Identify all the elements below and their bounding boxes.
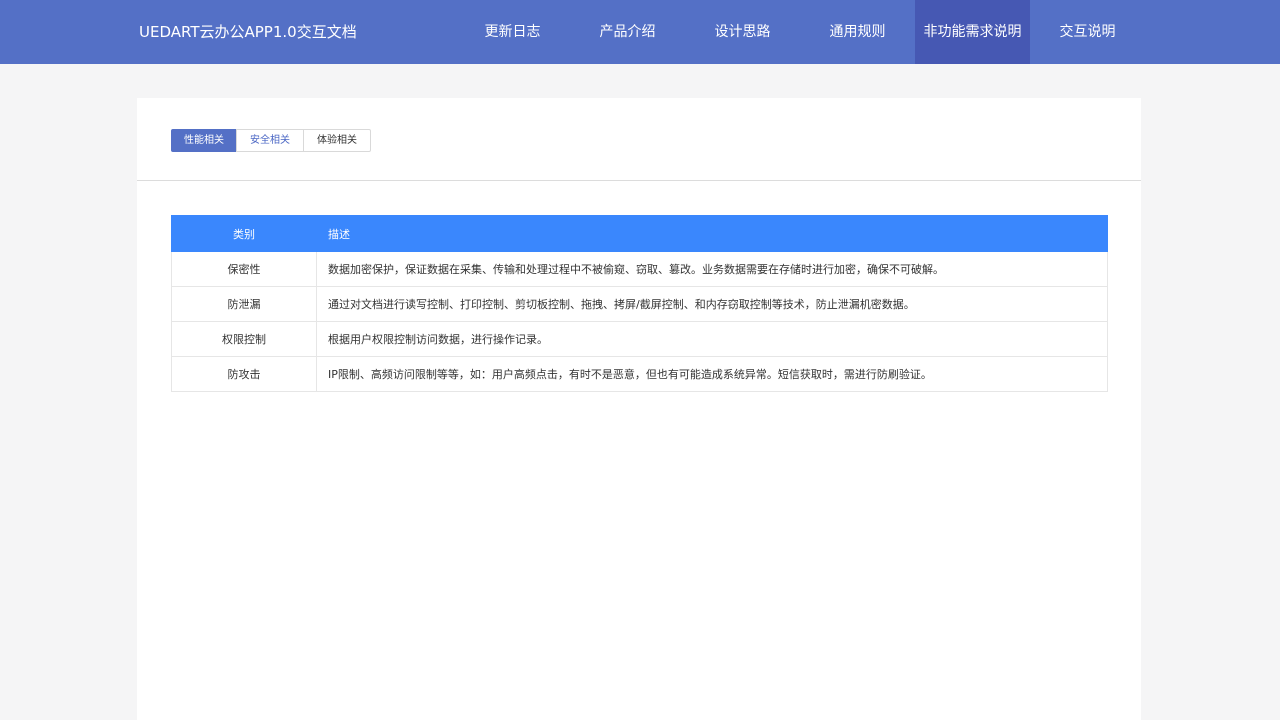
section-divider xyxy=(137,180,1141,181)
table-cell-description: 根据用户权限控制访问数据，进行操作记录。 xyxy=(316,321,1108,357)
table-row: 权限控制 根据用户权限控制访问数据，进行操作记录。 xyxy=(171,321,1108,357)
table-row: 防攻击 IP限制、高频访问限制等等，如：用户高频点击，有时不是恶意，但也有可能造… xyxy=(171,356,1108,392)
column-header-category: 类别 xyxy=(171,215,317,252)
nav-item-interaction-notes[interactable]: 交互说明 xyxy=(1030,0,1145,64)
table-cell-category: 权限控制 xyxy=(171,321,317,357)
table-cell-category: 保密性 xyxy=(171,251,317,287)
tab-performance[interactable]: 性能相关 xyxy=(171,129,237,152)
nav-item-general-rules[interactable]: 通用规则 xyxy=(800,0,915,64)
table-cell-description: 通过对文档进行读写控制、打印控制、剪切板控制、拖拽、拷屏/截屏控制、和内存窃取控… xyxy=(316,286,1108,322)
tab-group: 性能相关 安全相关 体验相关 xyxy=(171,129,371,152)
nav-item-non-functional-requirements[interactable]: 非功能需求说明 xyxy=(915,0,1030,64)
column-header-description: 描述 xyxy=(316,215,1108,252)
top-navigation-bar: UEDART云办公APP1.0交互文档 更新日志 产品介绍 设计思路 通用规则 … xyxy=(0,0,1280,64)
table-cell-description: IP限制、高频访问限制等等，如：用户高频点击，有时不是恶意，但也有可能造成系统异… xyxy=(316,356,1108,392)
tab-security[interactable]: 安全相关 xyxy=(236,129,304,152)
table-cell-category: 防泄漏 xyxy=(171,286,317,322)
nav-item-design-approach[interactable]: 设计思路 xyxy=(685,0,800,64)
nav-item-changelog[interactable]: 更新日志 xyxy=(455,0,570,64)
main-nav: 更新日志 产品介绍 设计思路 通用规则 非功能需求说明 交互说明 xyxy=(455,0,1145,64)
content-card: 性能相关 安全相关 体验相关 类别 描述 保密性 数据加密保护，保证数据在采集、… xyxy=(137,98,1141,720)
table-row: 保密性 数据加密保护，保证数据在采集、传输和处理过程中不被偷窥、窃取、篡改。业务… xyxy=(171,251,1108,287)
table-header-row: 类别 描述 xyxy=(171,215,1108,252)
security-requirements-table: 类别 描述 保密性 数据加密保护，保证数据在采集、传输和处理过程中不被偷窥、窃取… xyxy=(171,215,1108,392)
app-title: UEDART云办公APP1.0交互文档 xyxy=(139,23,357,41)
table-cell-category: 防攻击 xyxy=(171,356,317,392)
table-cell-description: 数据加密保护，保证数据在采集、传输和处理过程中不被偷窥、窃取、篡改。业务数据需要… xyxy=(316,251,1108,287)
nav-item-product-intro[interactable]: 产品介绍 xyxy=(570,0,685,64)
tab-experience[interactable]: 体验相关 xyxy=(303,129,371,152)
table-row: 防泄漏 通过对文档进行读写控制、打印控制、剪切板控制、拖拽、拷屏/截屏控制、和内… xyxy=(171,286,1108,322)
